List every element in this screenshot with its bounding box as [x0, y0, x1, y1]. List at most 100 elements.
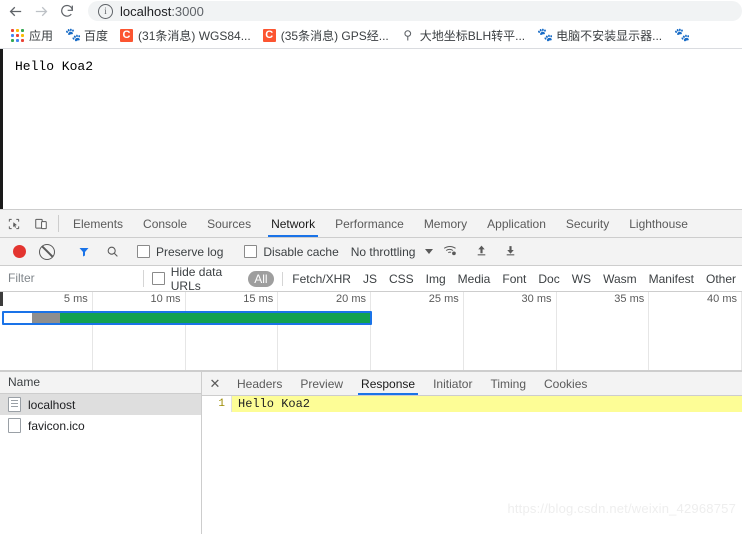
request-list: Name localhost favicon.ico	[0, 372, 202, 534]
inspect-element-icon[interactable]	[0, 210, 27, 237]
preserve-log-label: Preserve log	[156, 244, 224, 259]
filter-type-doc[interactable]: Doc	[532, 272, 565, 286]
bookmark-label: 大地坐标BLH转平...	[419, 28, 526, 43]
funnel-filter-icon[interactable]	[78, 246, 90, 258]
bookmark-label: 电脑不安装显示器...	[556, 28, 663, 43]
baidu-icon: 🐾	[674, 27, 691, 42]
devtools-panel: Elements Console Sources Network Perform…	[0, 209, 742, 534]
devtools-tab-lighthouse[interactable]: Lighthouse	[619, 210, 698, 237]
detail-tab-initiator[interactable]: Initiator	[424, 372, 481, 395]
address-bar[interactable]: i localhost:3000	[88, 1, 742, 21]
tick-label: 15 ms	[243, 293, 274, 305]
disable-cache-checkbox[interactable]: Disable cache	[244, 244, 339, 259]
bookmarks-bar: 应用 🐾 百度 C (31条消息) WGS84... C (35条消息) GPS…	[0, 22, 742, 49]
detail-tab-cookies[interactable]: Cookies	[535, 372, 596, 395]
tick-label: 30 ms	[521, 293, 552, 305]
devtools-tab-sources[interactable]: Sources	[197, 210, 261, 237]
detail-tab-timing[interactable]: Timing	[481, 372, 535, 395]
bookmark-label: 百度	[84, 28, 109, 43]
tick-label: 5 ms	[63, 293, 88, 305]
network-filterbar: Filter Hide data URLs All Fetch/XHR JS C…	[0, 265, 742, 293]
clear-icon[interactable]	[39, 243, 55, 260]
throttling-select[interactable]: No throttling	[351, 245, 416, 259]
bookmark-csdn-gps[interactable]: C (35条消息) GPS经...	[258, 25, 394, 45]
overview-download-segment	[60, 313, 370, 323]
checkbox-box	[151, 272, 165, 285]
bookmark-label: (35条消息) GPS经...	[280, 28, 389, 43]
document-icon	[8, 397, 21, 412]
devtools-tab-security[interactable]: Security	[556, 210, 619, 237]
detail-tab-response[interactable]: Response	[352, 372, 424, 395]
csdn-icon: C	[262, 28, 276, 42]
back-arrow-icon[interactable]	[2, 0, 28, 22]
response-body[interactable]: 1 Hello Koa2 https://blog.csdn.net/weixi…	[202, 396, 742, 534]
filter-type-js[interactable]: JS	[357, 272, 383, 286]
filter-type-img[interactable]: Img	[420, 272, 452, 286]
filter-type-manifest[interactable]: Manifest	[643, 272, 700, 286]
request-detail: ✕ Headers Preview Response Initiator Tim…	[202, 372, 742, 534]
baidu-icon: 🐾	[537, 27, 554, 42]
filter-type-all[interactable]: All	[248, 270, 274, 287]
column-header-name[interactable]: Name	[0, 372, 201, 394]
device-toolbar-icon[interactable]	[27, 210, 54, 237]
filter-type-font[interactable]: Font	[496, 272, 532, 286]
preserve-log-checkbox[interactable]: Preserve log	[137, 245, 223, 259]
wifi-settings-icon[interactable]	[443, 243, 458, 261]
detail-tab-preview[interactable]: Preview	[291, 372, 352, 395]
bookmark-overflow[interactable]: 🐾	[669, 25, 693, 45]
table-row[interactable]: favicon.ico	[0, 415, 201, 436]
bookmark-monitor[interactable]: 🐾 电脑不安装显示器...	[532, 25, 667, 45]
code-line: 1 Hello Koa2	[202, 396, 742, 412]
filter-type-fetch-xhr[interactable]: Fetch/XHR	[286, 272, 357, 286]
network-body: Name localhost favicon.ico ✕ Headers Pre…	[0, 371, 742, 534]
overview-tick: 40 ms	[649, 292, 742, 370]
overview-tick: 20 ms	[278, 292, 371, 370]
record-button-icon[interactable]	[13, 245, 26, 258]
table-row[interactable]: localhost	[0, 394, 201, 415]
overview-selection-bar[interactable]	[2, 311, 372, 325]
search-icon[interactable]	[106, 245, 120, 259]
devtools-tab-console[interactable]: Console	[133, 210, 197, 237]
filter-type-css[interactable]: CSS	[383, 272, 420, 286]
overview-gridlines: 5 ms 10 ms 15 ms 20 ms 25 ms 30 ms 35 ms…	[0, 292, 742, 370]
network-controls: Preserve log Disable cache No throttling	[0, 238, 742, 266]
bookmark-blh[interactable]: ⚲ 大地坐标BLH转平...	[396, 25, 530, 45]
hide-data-urls-checkbox[interactable]: Hide data URLs	[151, 265, 228, 293]
url-port: :3000	[171, 3, 204, 19]
close-icon[interactable]: ✕	[202, 372, 228, 395]
bookmark-baidu[interactable]: 🐾 百度	[60, 25, 113, 45]
filter-input[interactable]: Filter	[0, 270, 144, 287]
network-overview[interactable]: 5 ms 10 ms 15 ms 20 ms 25 ms 30 ms 35 ms…	[0, 292, 742, 371]
detail-tab-headers[interactable]: Headers	[228, 372, 291, 395]
overview-tick: 5 ms	[0, 292, 93, 370]
toolbar-divider	[58, 215, 59, 232]
baidu-icon: 🐾	[65, 27, 82, 42]
request-name: favicon.ico	[28, 418, 85, 433]
filter-type-ws[interactable]: WS	[566, 272, 597, 286]
filter-type-wasm[interactable]: Wasm	[597, 272, 643, 286]
disable-cache-label: Disable cache	[263, 244, 339, 259]
devtools-tab-memory[interactable]: Memory	[414, 210, 477, 237]
devtools-tab-network[interactable]: Network	[261, 210, 325, 237]
chevron-down-icon[interactable]	[425, 249, 434, 254]
apps-grid-icon	[11, 28, 24, 42]
request-name: localhost	[28, 397, 76, 412]
devtools-tab-performance[interactable]: Performance	[325, 210, 414, 237]
line-text: Hello Koa2	[238, 397, 311, 411]
watermark: https://blog.csdn.net/weixin_42968757	[507, 501, 736, 516]
reload-icon[interactable]	[54, 0, 80, 22]
download-arrow-icon[interactable]	[504, 244, 517, 260]
bookmark-apps[interactable]: 应用	[6, 25, 58, 45]
bookmark-label: 应用	[29, 28, 54, 43]
devtools-tab-elements[interactable]: Elements	[63, 210, 133, 237]
bookmark-csdn-wgs84[interactable]: C (31条消息) WGS84...	[115, 25, 256, 45]
filter-type-other[interactable]: Other	[700, 272, 742, 286]
file-icon	[8, 418, 21, 433]
info-icon[interactable]: i	[98, 3, 113, 19]
overview-tick: 15 ms	[186, 292, 279, 370]
devtools-tab-application[interactable]: Application	[477, 210, 556, 237]
overview-tick: 30 ms	[464, 292, 557, 370]
detail-tabbar: ✕ Headers Preview Response Initiator Tim…	[202, 372, 742, 396]
upload-arrow-icon[interactable]	[475, 244, 488, 260]
filter-type-media[interactable]: Media	[452, 272, 497, 286]
